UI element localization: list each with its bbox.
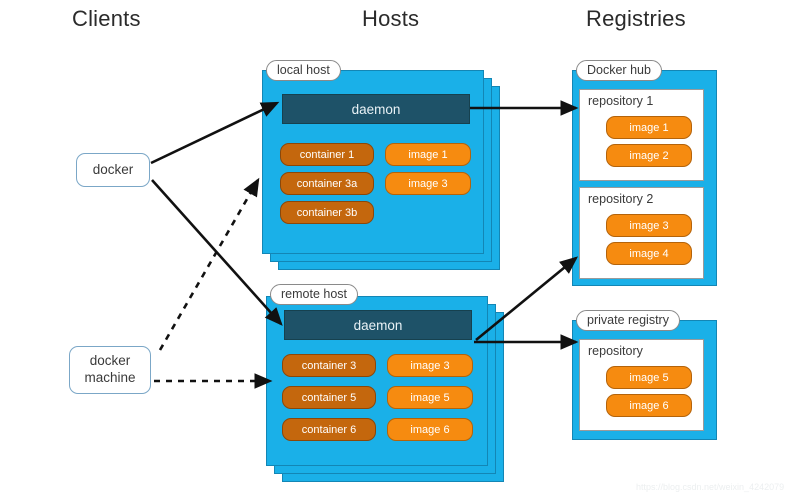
image-pill-label: image 5 (410, 391, 450, 404)
column-heading-registries: Registries (586, 6, 686, 31)
image-pill-label: image 3 (410, 359, 450, 372)
repo-image-pill-label: image 6 (629, 399, 669, 412)
image-pill-5-remote[interactable]: image 5 (387, 386, 473, 409)
repo-image-pill-5[interactable]: image 5 (606, 366, 692, 389)
column-heading-hosts: Hosts (362, 6, 420, 31)
client-box-docker[interactable]: docker (76, 153, 150, 187)
repo-image-pill-3[interactable]: image 3 (606, 214, 692, 237)
registry-docker-hub[interactable]: repository 1 image 1 image 2 repository … (572, 70, 717, 286)
image-pill-label: image 1 (408, 148, 448, 161)
container-pill-label: container 3 (301, 359, 357, 372)
repo-image-pill-1[interactable]: image 1 (606, 116, 692, 139)
container-pill-label: container 3a (296, 177, 358, 190)
repo-image-pill-label: image 2 (629, 149, 669, 162)
client-label-docker: docker (92, 161, 134, 177)
container-pill-5[interactable]: container 5 (282, 386, 376, 409)
repo-image-pill-label: image 5 (629, 371, 669, 384)
host-tag-remote: remote host (270, 284, 359, 306)
client-label-docker-machine-line2: machine (84, 370, 136, 385)
repository-label: repository 2 (588, 192, 654, 206)
daemon-label-local: daemon (351, 101, 401, 117)
arrow-docker-machine-to-local-host (158, 177, 260, 351)
docker-architecture-diagram: Clients Hosts Registries docker docker m… (0, 0, 789, 500)
registry-tag-docker-hub: Docker hub (576, 60, 662, 82)
client-box-docker-machine[interactable]: docker machine (69, 346, 151, 394)
image-pill-3-remote[interactable]: image 3 (387, 354, 473, 377)
image-pill-label: image 3 (408, 177, 448, 190)
repository-label: repository 1 (588, 94, 654, 108)
arrow-docker-to-local-daemon (150, 101, 280, 165)
client-label-docker-machine-line1: docker (89, 353, 131, 369)
column-heading-clients: Clients (72, 6, 141, 31)
container-pill-label: container 5 (301, 391, 357, 404)
container-pill-3a[interactable]: container 3a (280, 172, 374, 195)
watermark: https://blog.csdn.net/weixin_4242079 (636, 482, 785, 492)
daemon-local[interactable]: daemon (282, 94, 470, 124)
container-pill-3[interactable]: container 3 (282, 354, 376, 377)
repository-private[interactable]: repository image 5 image 6 (579, 339, 704, 431)
repo-image-pill-2[interactable]: image 2 (606, 144, 692, 167)
container-pill-6[interactable]: container 6 (282, 418, 376, 441)
repository-1[interactable]: repository 1 image 1 image 2 (579, 89, 704, 181)
repository-label: repository (588, 344, 643, 358)
image-pill-6-remote[interactable]: image 6 (387, 418, 473, 441)
image-pill-label: image 6 (410, 423, 450, 436)
container-pill-label: container 1 (299, 148, 355, 161)
host-tag-local: local host (266, 60, 341, 82)
image-pill-1[interactable]: image 1 (385, 143, 471, 166)
daemon-label-remote: daemon (353, 317, 403, 333)
repo-image-pill-label: image 1 (629, 121, 669, 134)
repository-2[interactable]: repository 2 image 3 image 4 (579, 187, 704, 279)
daemon-remote[interactable]: daemon (284, 310, 472, 340)
container-pill-label: container 6 (301, 423, 357, 436)
repo-image-pill-label: image 3 (629, 219, 669, 232)
repo-image-pill-4[interactable]: image 4 (606, 242, 692, 265)
repo-image-pill-label: image 4 (629, 247, 669, 260)
repo-image-pill-6[interactable]: image 6 (606, 394, 692, 417)
registry-private[interactable]: repository image 5 image 6 (572, 320, 717, 440)
container-pill-1[interactable]: container 1 (280, 143, 374, 166)
container-pill-3b[interactable]: container 3b (280, 201, 374, 224)
registry-tag-private: private registry (576, 310, 680, 332)
container-pill-label: container 3b (296, 206, 358, 219)
image-pill-3[interactable]: image 3 (385, 172, 471, 195)
